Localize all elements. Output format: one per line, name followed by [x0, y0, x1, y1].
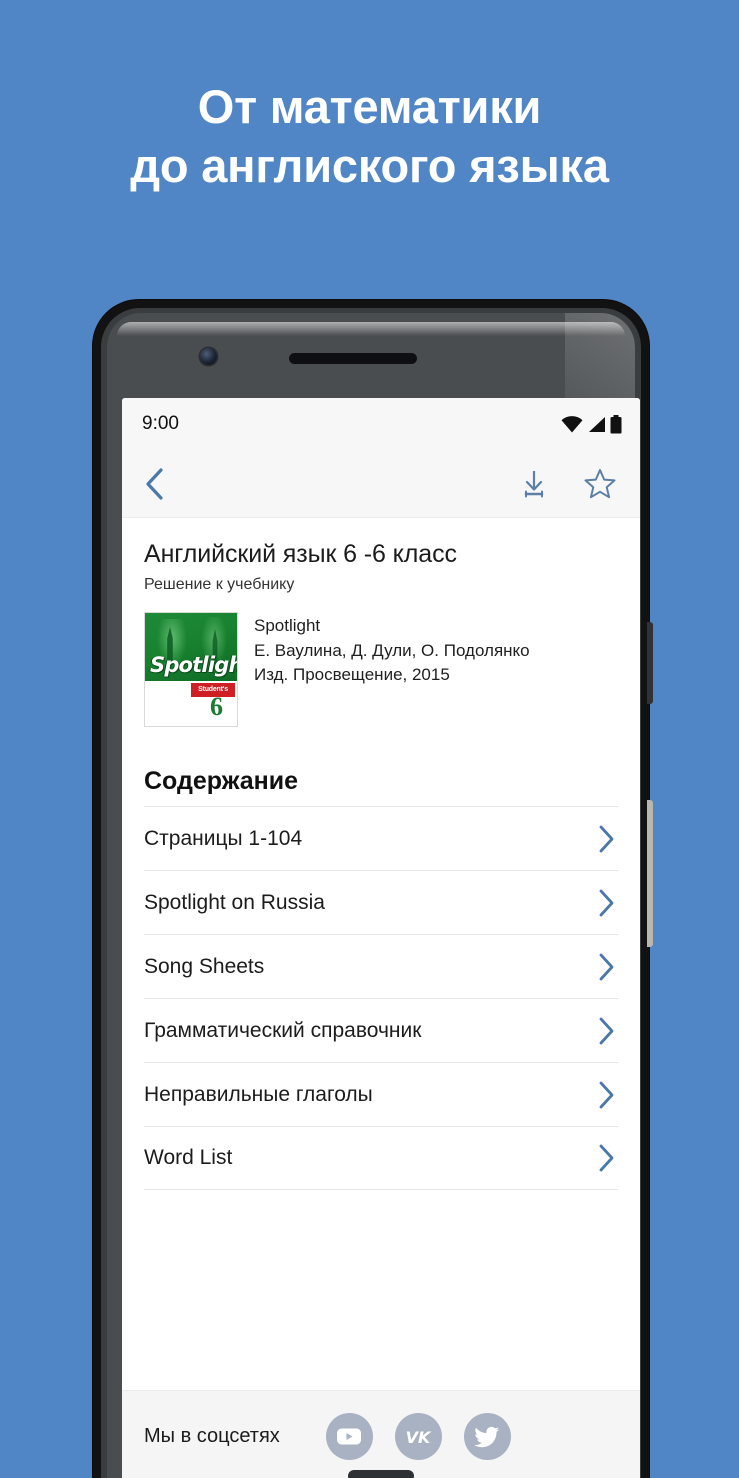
list-item[interactable]: Грамматический справочник — [144, 998, 618, 1062]
content-area: Английский язык 6 -6 класс Решение к уче… — [122, 518, 640, 1390]
contents-list: Страницы 1-104 Spotlight on Russia Song … — [144, 806, 618, 1190]
battery-icon — [610, 414, 622, 434]
status-time: 9:00 — [142, 413, 179, 434]
phone-mockup: 9:00 Английский язык 6 -6 класс Решение … — [93, 300, 653, 1478]
book-publisher: Изд. Просвещение, 2015 — [254, 665, 450, 685]
gesture-navigation-bar[interactable] — [348, 1470, 414, 1478]
chevron-right-icon — [594, 1142, 618, 1174]
chevron-right-icon — [594, 1015, 618, 1047]
chevron-right-icon — [594, 951, 618, 983]
cover-grade-number: 6 — [210, 692, 223, 721]
list-item-label: Word List — [144, 1146, 233, 1169]
download-icon[interactable] — [520, 469, 548, 499]
book-info-row: Spotlight Student's Book 6 Spotlight Е. … — [144, 612, 618, 727]
book-authors: Е. Ваулина, Д. Дули, О. Подолянко — [254, 640, 530, 660]
svg-text:VK: VK — [406, 1428, 432, 1447]
star-outline-icon[interactable] — [584, 468, 616, 499]
status-bar: 9:00 — [122, 398, 640, 450]
page-title: Английский язык 6 -6 класс — [144, 540, 457, 568]
wifi-icon — [561, 415, 583, 433]
footer-bar: Мы в соцсетях VK — [122, 1390, 640, 1478]
promo-headline-line2: до англиского языка — [130, 138, 609, 192]
list-item[interactable]: Song Sheets — [144, 934, 618, 998]
promo-headline-line1: От математики — [197, 80, 542, 133]
list-item[interactable]: Страницы 1-104 — [144, 806, 618, 870]
app-toolbar — [122, 450, 640, 518]
status-icons — [561, 414, 622, 434]
list-item[interactable]: Word List — [144, 1126, 618, 1190]
list-item-label: Страницы 1-104 — [144, 826, 303, 850]
vk-icon[interactable]: VK — [394, 1413, 442, 1460]
list-item-label: Неправильные глаголы — [144, 1082, 373, 1106]
promo-headline: От математики до англиского языка — [0, 78, 739, 196]
chevron-right-icon — [594, 823, 618, 855]
social-row: Мы в соцсетях VK — [122, 1391, 640, 1460]
chevron-left-icon[interactable] — [142, 467, 168, 501]
toolbar-actions — [520, 468, 616, 499]
book-cover-image: Spotlight Student's Book 6 — [144, 612, 238, 727]
book-series: Spotlight — [254, 616, 321, 635]
cover-brand-text: Spotlight — [150, 653, 237, 677]
list-item-label: Spotlight on Russia — [144, 890, 325, 914]
chevron-right-icon — [594, 887, 618, 919]
list-item-label: Грамматический справочник — [144, 1018, 422, 1042]
volume-button[interactable] — [647, 800, 653, 947]
list-item[interactable]: Spotlight on Russia — [144, 870, 618, 934]
chevron-right-icon — [594, 1079, 618, 1111]
page-subtitle: Решение к учебнику — [144, 576, 295, 593]
twitter-icon[interactable] — [463, 1413, 511, 1460]
front-camera-icon — [200, 348, 217, 365]
list-item[interactable]: Неправильные глаголы — [144, 1062, 618, 1126]
cellular-signal-icon — [587, 416, 606, 433]
phone-screen: 9:00 Английский язык 6 -6 класс Решение … — [122, 398, 640, 1478]
contents-heading: Содержание — [144, 767, 299, 795]
phone-glass-edge — [117, 322, 625, 336]
book-metadata: Spotlight Е. Ваулина, Д. Дули, О. Подоля… — [254, 612, 530, 727]
youtube-icon[interactable] — [325, 1413, 373, 1460]
earpiece-speaker — [289, 353, 417, 364]
power-button[interactable] — [647, 622, 653, 704]
list-item-label: Song Sheets — [144, 954, 265, 978]
social-label: Мы в соцсетях — [144, 1425, 280, 1447]
